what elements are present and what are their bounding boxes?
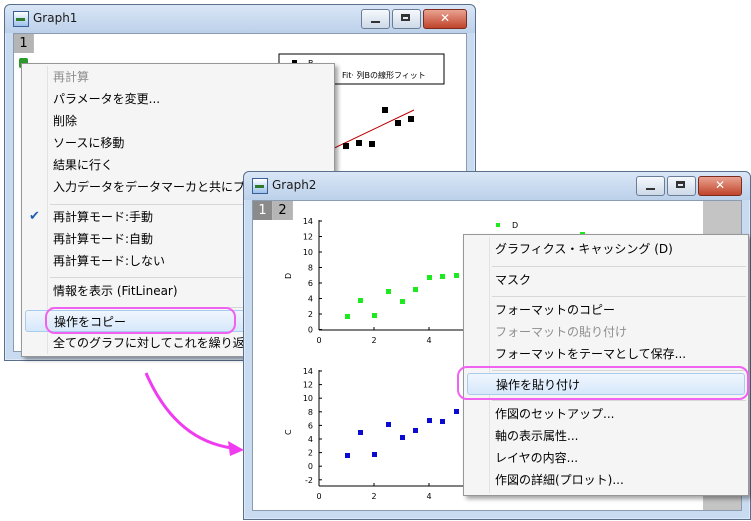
menu-item-graphics-caching[interactable]: グラフィクス・キャッシング (D) — [464, 238, 748, 260]
maximize-button[interactable] — [392, 9, 421, 29]
menu-item-axis-display[interactable]: 軸の表示属性... — [464, 425, 748, 447]
minimize-icon — [371, 21, 380, 23]
menu-item-copy-format[interactable]: フォーマットのコピー — [464, 299, 748, 321]
top-y-tick-label: 14 — [303, 217, 313, 226]
bottom-y-tick-label: 0 — [308, 462, 313, 471]
top-y-tick-label: 2 — [308, 310, 313, 319]
maximize-icon — [401, 14, 410, 21]
graph-window-icon — [13, 11, 29, 27]
graph1-titlebar[interactable]: Graph1 ✕ — [5, 5, 475, 33]
menu-item-save-format-as-theme[interactable]: フォーマットをテーマとして保存... — [464, 343, 748, 365]
graph2-legend-d: D — [512, 221, 518, 230]
menu-item-mask[interactable]: マスク — [464, 269, 748, 291]
top-plot-ylabel: D — [284, 273, 293, 279]
graph2-titlebar[interactable]: Graph2 ✕ — [244, 172, 750, 200]
bottom-y-tick-label: 8 — [308, 408, 313, 417]
graph-window-icon — [252, 178, 268, 194]
top-x-tick-label: 4 — [426, 336, 431, 345]
highlight-ring-paste-operation — [457, 366, 749, 400]
bottom-y-tick-label: -2 — [305, 476, 313, 485]
bottom-y-tick-label: 10 — [303, 394, 313, 403]
bottom-y-tick-label: 2 — [308, 449, 313, 458]
menu-item-go-to-source[interactable]: ソースに移動 — [22, 132, 334, 154]
top-y-tick-label: 12 — [303, 233, 313, 242]
bottom-y-tick-label: 12 — [303, 381, 313, 390]
top-y-tick-label: 0 — [308, 326, 313, 335]
graph2-title: Graph2 — [272, 178, 317, 192]
top-x-tick-label: 0 — [316, 336, 321, 345]
menu-item-change-parameters[interactable]: パラメータを変更... — [22, 88, 334, 110]
close-button[interactable]: ✕ — [423, 9, 467, 29]
bottom-x-tick-label: 0 — [316, 492, 321, 501]
bottom-y-tick-label: 6 — [308, 421, 313, 430]
maximize-button[interactable] — [667, 176, 696, 196]
highlight-ring-copy-operation — [45, 307, 236, 334]
graph1-title: Graph1 — [33, 11, 78, 25]
checkmark-icon: ✔ — [29, 209, 40, 224]
bottom-x-tick-label: 2 — [371, 492, 376, 501]
minimize-icon — [646, 188, 655, 190]
maximize-icon — [676, 181, 685, 188]
menu-item-plot-setup[interactable]: 作図のセットアップ... — [464, 403, 748, 425]
menu-item-delete[interactable]: 削除 — [22, 110, 334, 132]
close-icon: ✕ — [440, 11, 451, 25]
bottom-y-tick-label: 4 — [308, 435, 313, 444]
menu-item-paste-format[interactable]: フォーマットの貼り付け — [464, 321, 748, 343]
top-x-tick-label: 2 — [371, 336, 376, 345]
bottom-x-tick-label: 4 — [426, 492, 431, 501]
bottom-plot-ylabel: C — [284, 429, 293, 435]
graph2-context-menu: グラフィクス・キャッシング (D) マスク フォーマットのコピー フォーマットの… — [463, 234, 749, 496]
menu-item-layer-contents[interactable]: レイヤの内容... — [464, 447, 748, 469]
top-y-tick-label: 4 — [308, 295, 313, 304]
bottom-y-tick-label: 14 — [303, 367, 313, 376]
top-y-tick-label: 10 — [303, 248, 313, 257]
top-y-tick-label: 6 — [308, 279, 313, 288]
graph1-points — [343, 107, 414, 149]
top-y-tick-label: 8 — [308, 264, 313, 273]
close-button[interactable]: ✕ — [698, 176, 742, 196]
menu-item-plot-details[interactable]: 作図の詳細(プロット)... — [464, 469, 748, 491]
close-icon: ✕ — [715, 178, 726, 192]
graph1-legend-fit: Fit· 列Bの線形フィット — [342, 70, 426, 80]
minimize-button[interactable] — [361, 9, 390, 29]
menu-item-recalculate[interactable]: 再計算 — [22, 66, 334, 88]
bottom-plot-points — [345, 409, 459, 458]
minimize-button[interactable] — [636, 176, 665, 196]
